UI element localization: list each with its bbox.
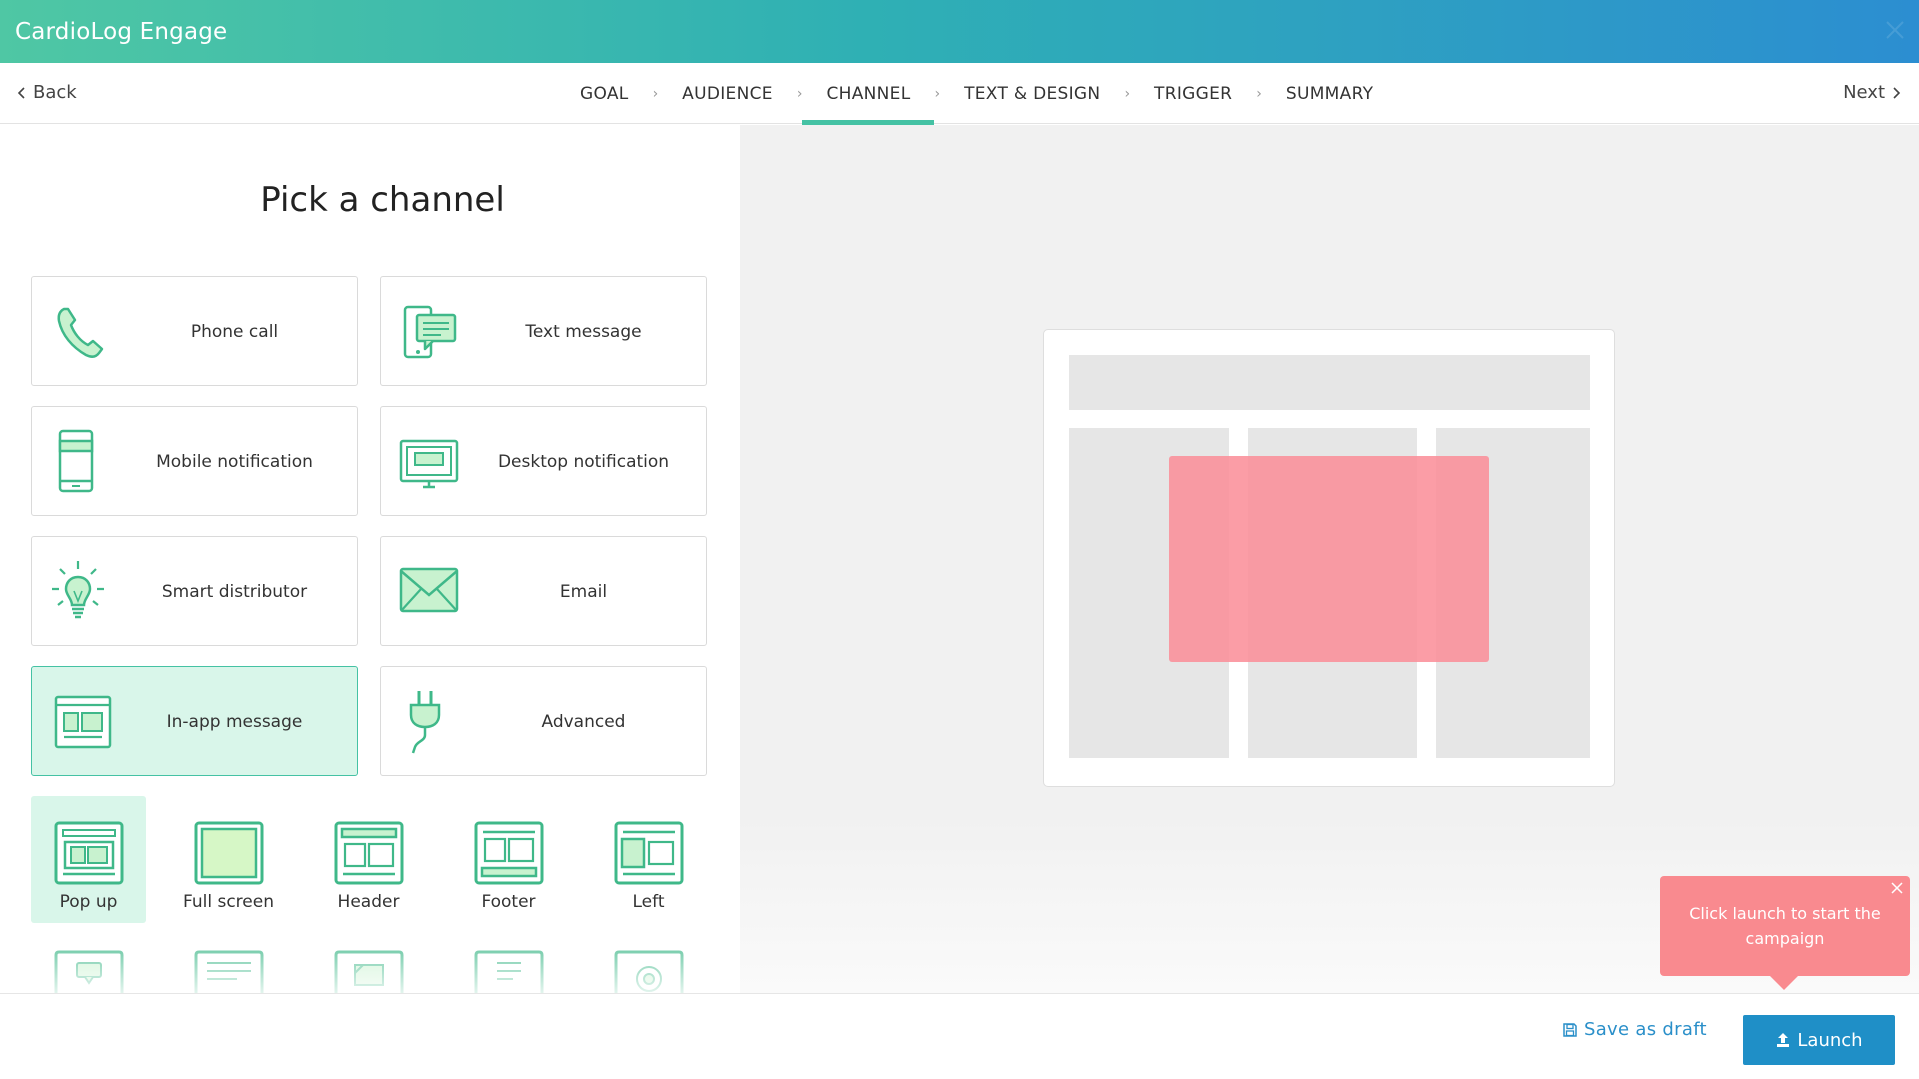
chevron-right-icon	[1893, 86, 1901, 99]
channel-card-text-message[interactable]: Text message	[380, 276, 707, 386]
next-label: Next	[1843, 82, 1885, 103]
footer-layout-icon	[474, 821, 544, 885]
channel-card-label: Text message	[525, 322, 642, 342]
format-label: Full screen	[183, 892, 274, 912]
step-label: AUDIENCE	[682, 83, 773, 104]
channel-card-mobile-notification[interactable]: Mobile notification	[31, 406, 358, 516]
left-layout-icon	[614, 821, 684, 885]
mobile-icon	[58, 429, 94, 493]
wizard-steps: GOAL › AUDIENCE › CHANNEL › TEXT & DESIG…	[556, 63, 1397, 125]
format-label: Left	[632, 892, 665, 912]
step-audience[interactable]: AUDIENCE	[658, 63, 797, 124]
channel-card-email[interactable]: Email	[380, 536, 707, 646]
step-summary[interactable]: SUMMARY	[1262, 63, 1397, 124]
channel-card-label: Email	[559, 582, 608, 602]
step-label: TRIGGER	[1154, 83, 1233, 104]
step-text-design[interactable]: TEXT & DESIGN	[940, 63, 1124, 124]
preview-popup-overlay	[1169, 456, 1489, 662]
format-label: Footer	[481, 892, 536, 912]
step-label: TEXT & DESIGN	[964, 83, 1101, 104]
channel-card-desktop-notification[interactable]: Desktop notification	[380, 406, 707, 516]
desktop-icon	[399, 439, 459, 489]
layout-preview	[1043, 329, 1615, 787]
channel-card-label: Advanced	[541, 712, 626, 732]
text-message-icon	[403, 305, 457, 359]
in-app-icon	[54, 695, 112, 749]
save-draft-button[interactable]: Save as draft	[1562, 1019, 1707, 1040]
channel-card-smart-distributor[interactable]: Smart distributor	[31, 536, 358, 646]
channel-card-advanced[interactable]: Advanced	[380, 666, 707, 776]
app-title: CardioLog Engage	[15, 18, 228, 45]
launch-button[interactable]: Launch	[1743, 1015, 1895, 1065]
phone-icon	[57, 307, 104, 358]
app-header: CardioLog Engage	[0, 0, 1919, 63]
format-label: Header	[337, 892, 400, 912]
back-label: Back	[33, 82, 77, 103]
preview-panel	[740, 125, 1919, 993]
upload-icon	[1777, 1033, 1790, 1047]
envelope-icon	[399, 567, 459, 613]
channel-card-label: Desktop notification	[497, 452, 670, 472]
channel-card-in-app-message[interactable]: In-app message	[31, 666, 358, 776]
channel-card-label: Mobile notification	[156, 452, 313, 472]
fullscreen-layout-icon	[194, 821, 264, 885]
step-label: CHANNEL	[826, 83, 911, 104]
chevron-left-icon	[17, 86, 25, 99]
step-label: SUMMARY	[1285, 83, 1374, 104]
next-button[interactable]: Next	[1843, 82, 1901, 103]
close-icon[interactable]	[1890, 881, 1904, 895]
tooltip-text: Click launch to start the campaign	[1689, 904, 1881, 948]
scroll-fade	[0, 925, 740, 993]
save-icon	[1563, 1022, 1577, 1037]
format-label: Pop up	[59, 892, 118, 912]
step-goal[interactable]: GOAL	[556, 63, 653, 124]
format-footer[interactable]: Footer	[451, 796, 566, 923]
launch-label: Launch	[1797, 1029, 1863, 1051]
lightbulb-icon	[52, 561, 104, 619]
format-left[interactable]: Left	[591, 796, 706, 923]
channel-card-label: Phone call	[190, 322, 279, 342]
preview-header-block	[1069, 355, 1590, 410]
header-layout-icon	[334, 821, 404, 885]
footer-bar: Save as draft Launch	[0, 993, 1919, 1079]
channel-card-phone-call[interactable]: Phone call	[31, 276, 358, 386]
plug-icon	[409, 691, 441, 754]
launch-tooltip: Click launch to start the campaign	[1660, 876, 1910, 990]
close-icon[interactable]	[1883, 18, 1907, 42]
step-trigger[interactable]: TRIGGER	[1130, 63, 1256, 124]
format-popup[interactable]: Pop up	[31, 796, 146, 923]
step-label: GOAL	[580, 83, 629, 104]
save-draft-label: Save as draft	[1584, 1019, 1707, 1040]
channel-card-label: In-app message	[166, 712, 303, 732]
step-channel[interactable]: CHANNEL	[802, 63, 935, 125]
channel-card-label: Smart distributor	[161, 582, 308, 602]
channel-panel: Pick a channel Phone call Text message M…	[0, 125, 740, 993]
page-title: Pick a channel	[260, 180, 505, 220]
wizard-nav: Back GOAL › AUDIENCE › CHANNEL › TEXT & …	[0, 63, 1919, 125]
format-full-screen[interactable]: Full screen	[171, 796, 286, 923]
popup-layout-icon	[54, 821, 124, 885]
back-button[interactable]: Back	[17, 82, 77, 103]
format-header[interactable]: Header	[311, 796, 426, 923]
